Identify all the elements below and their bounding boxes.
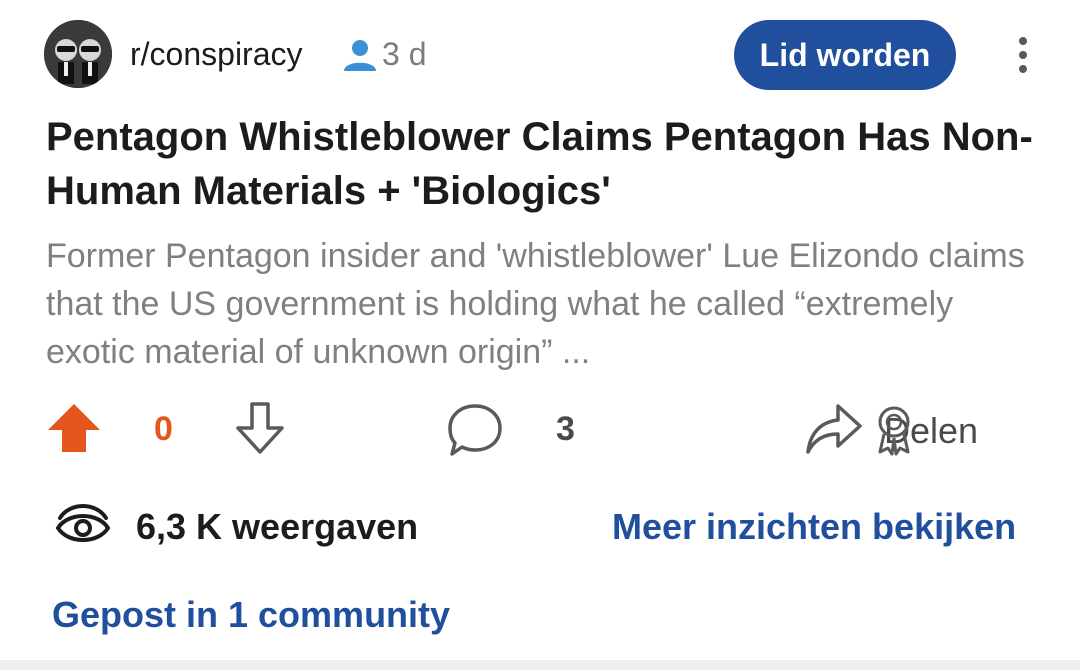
subreddit-name[interactable]: r/conspiracy bbox=[130, 36, 303, 73]
vote-count: 0 bbox=[154, 410, 173, 448]
posted-in-community-link[interactable]: Gepost in 1 community bbox=[52, 594, 450, 636]
post-title[interactable]: Pentagon Whistleblower Claims Pentagon H… bbox=[46, 110, 1046, 218]
eye-icon bbox=[54, 500, 112, 550]
view-count: 6,3 K weergaven bbox=[136, 506, 419, 547]
post-body[interactable]: Former Pentagon insider and 'whistleblow… bbox=[46, 232, 1036, 376]
comment-bubble-icon[interactable] bbox=[446, 402, 504, 458]
kebab-menu-icon[interactable] bbox=[1008, 36, 1038, 76]
user-icon bbox=[342, 38, 378, 72]
divider bbox=[0, 660, 1080, 670]
post-age: 3 d bbox=[382, 36, 427, 72]
subreddit-avatar[interactable] bbox=[44, 20, 112, 88]
comment-count: 3 bbox=[556, 410, 575, 448]
share-arrow-icon[interactable] bbox=[804, 400, 864, 458]
award-icon[interactable] bbox=[874, 404, 914, 456]
upvote-arrow-icon[interactable] bbox=[46, 400, 102, 456]
join-button[interactable]: Lid worden bbox=[734, 20, 956, 90]
insights-link[interactable]: Meer inzichten bekijken bbox=[612, 506, 1016, 548]
downvote-arrow-icon[interactable] bbox=[232, 400, 288, 456]
